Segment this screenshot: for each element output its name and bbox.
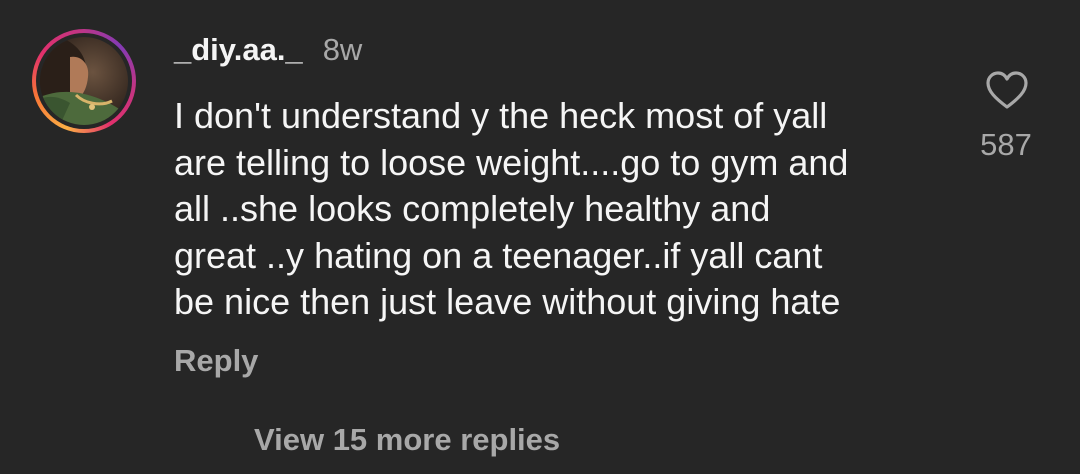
timestamp: 8w bbox=[322, 32, 363, 67]
comment-text-line: all ..she looks completely healthy and bbox=[174, 188, 771, 229]
username[interactable]: _diy.aa._ bbox=[174, 32, 303, 68]
comment-text-line: be nice then just leave without giving h… bbox=[174, 281, 841, 322]
view-more-replies-button[interactable]: View 15 more replies bbox=[254, 422, 560, 458]
comment-text-line: are telling to loose weight....go to gym… bbox=[174, 141, 849, 183]
comment-text-line: I don't understand y the heck most of ya… bbox=[174, 95, 828, 136]
comment-text-line: great ..y hating on a teenager..if yall … bbox=[174, 234, 823, 276]
avatar-story-ring[interactable] bbox=[32, 29, 136, 133]
comment-text: I don't understand y the heck most of ya… bbox=[174, 93, 944, 326]
avatar bbox=[40, 37, 128, 125]
avatar-ring-gap bbox=[36, 33, 132, 129]
like-count: 587 bbox=[980, 127, 1032, 162]
reply-button[interactable]: Reply bbox=[174, 343, 258, 379]
comment-header: _diy.aa._ 8w bbox=[174, 32, 362, 72]
heart-outline-icon[interactable] bbox=[985, 70, 1029, 110]
